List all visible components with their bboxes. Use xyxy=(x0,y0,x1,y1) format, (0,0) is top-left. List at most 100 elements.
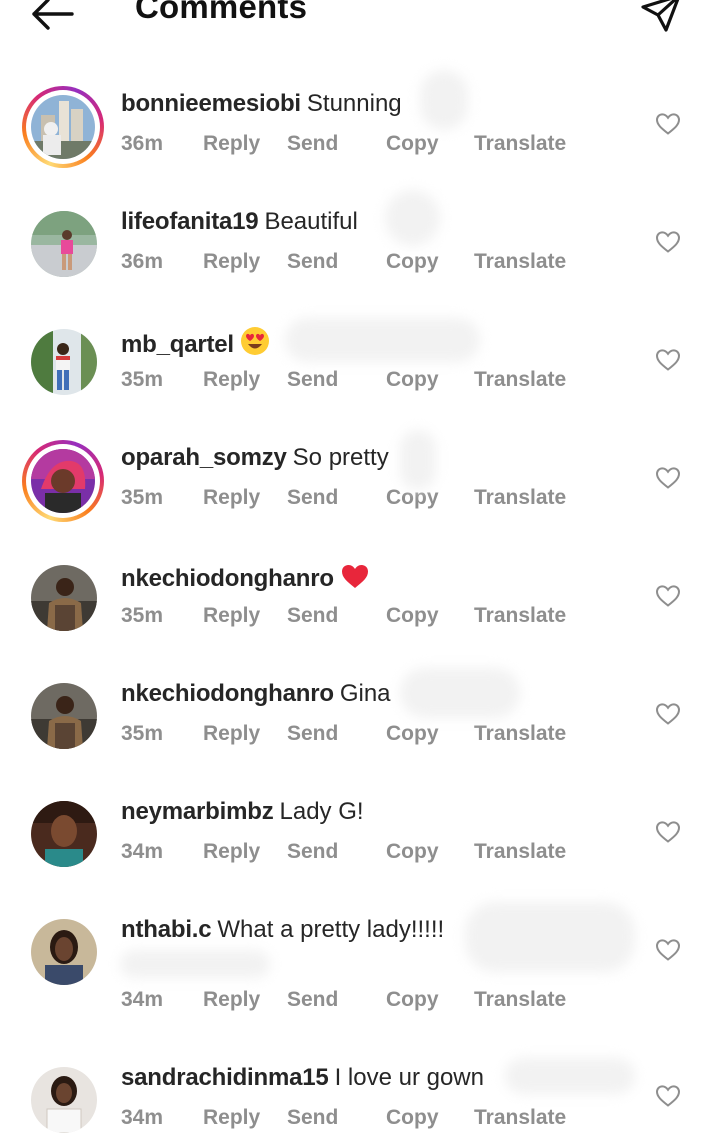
avatar[interactable] xyxy=(22,674,104,756)
comment-text: Beautiful xyxy=(264,208,358,235)
comment-username[interactable]: neymarbimbz xyxy=(121,798,274,825)
copy-button[interactable]: Copy xyxy=(386,250,439,274)
comment-username[interactable]: bonnieemesiobi xyxy=(121,90,301,117)
heart-icon[interactable] xyxy=(655,348,681,372)
heart-icon[interactable] xyxy=(655,230,681,254)
reply-button[interactable]: Reply xyxy=(203,1106,260,1130)
heart-eyes-emoji xyxy=(240,326,270,363)
avatar[interactable] xyxy=(22,320,104,402)
comment-timestamp: 36m xyxy=(121,250,164,273)
header: Comments xyxy=(0,0,720,40)
copy-button[interactable]: Copy xyxy=(386,368,439,392)
send-button[interactable]: Send xyxy=(287,368,338,392)
arrow-left-icon[interactable] xyxy=(28,0,78,36)
avatar[interactable] xyxy=(22,556,104,638)
comment-text: So pretty xyxy=(292,444,389,471)
comment-text-line: nkechiodonghanro Gina xyxy=(121,680,391,708)
reply-button[interactable]: Reply xyxy=(203,132,260,156)
reply-button[interactable]: Reply xyxy=(203,250,260,274)
translate-button[interactable]: Translate xyxy=(474,486,566,510)
reply-button[interactable]: Reply xyxy=(203,604,260,628)
translate-button[interactable]: Translate xyxy=(474,132,566,156)
comment-username[interactable]: nkechiodonghanro xyxy=(121,565,334,592)
blurred-area xyxy=(285,318,480,362)
comment-text: Lady G! xyxy=(279,798,364,825)
comment-username[interactable]: sandrachidinma15 xyxy=(121,1064,329,1091)
translate-button[interactable]: Translate xyxy=(474,604,566,628)
comment-text: Gina xyxy=(339,680,391,707)
heart-icon[interactable] xyxy=(655,1084,681,1108)
translate-button[interactable]: Translate xyxy=(474,1106,566,1130)
comment-text-line: oparah_somzy So pretty xyxy=(121,444,389,472)
blurred-area xyxy=(465,902,635,972)
blurred-area xyxy=(400,430,436,490)
red-heart-emoji xyxy=(340,562,370,597)
avatar[interactable] xyxy=(22,1058,104,1140)
comment-item: nkechiodonghanro Gina 35m Reply Send Copy… xyxy=(0,674,720,784)
comment-username[interactable]: lifeofanita19 xyxy=(121,208,259,235)
comment-timestamp: 35m xyxy=(121,368,164,391)
comments-screen: Comments bonnieemesiobi Stunning 36m Rep… xyxy=(0,0,720,1147)
send-button[interactable]: Send xyxy=(287,722,338,746)
comment-text-line: neymarbimbz Lady G! xyxy=(121,798,364,826)
comment-text: What a pretty lady!!!!! xyxy=(217,916,445,943)
blurred-area xyxy=(505,1058,635,1094)
comment-text-line: lifeofanita19 Beautiful xyxy=(121,208,358,236)
translate-button[interactable]: Translate xyxy=(474,988,566,1012)
blurred-area xyxy=(400,668,520,718)
send-button[interactable]: Send xyxy=(287,486,338,510)
translate-button[interactable]: Translate xyxy=(474,840,566,864)
translate-button[interactable]: Translate xyxy=(474,368,566,392)
comment-username[interactable]: oparah_somzy xyxy=(121,444,287,471)
send-button[interactable]: Send xyxy=(287,988,338,1012)
avatar[interactable] xyxy=(22,792,104,874)
comment-item: oparah_somzy So pretty 35m Reply Send Cop… xyxy=(0,438,720,548)
copy-button[interactable]: Copy xyxy=(386,604,439,628)
comment-text: Stunning xyxy=(306,90,402,117)
comment-timestamp: 35m xyxy=(121,486,164,509)
page-title: Comments xyxy=(135,0,308,25)
reply-button[interactable]: Reply xyxy=(203,722,260,746)
comment-timestamp: 34m xyxy=(121,1106,164,1129)
paper-plane-icon[interactable] xyxy=(638,0,684,36)
copy-button[interactable]: Copy xyxy=(386,486,439,510)
comment-username[interactable]: mb_qartel xyxy=(121,331,234,358)
reply-button[interactable]: Reply xyxy=(203,988,260,1012)
heart-icon[interactable] xyxy=(655,820,681,844)
send-button[interactable]: Send xyxy=(287,1106,338,1130)
heart-icon[interactable] xyxy=(655,702,681,726)
reply-button[interactable]: Reply xyxy=(203,486,260,510)
translate-button[interactable]: Translate xyxy=(474,250,566,274)
comment-text-line: nthabi.c What a pretty lady!!!!! xyxy=(121,916,444,944)
translate-button[interactable]: Translate xyxy=(474,722,566,746)
comment-text-line: mb_qartel xyxy=(121,326,276,363)
heart-icon[interactable] xyxy=(655,938,681,962)
send-button[interactable]: Send xyxy=(287,604,338,628)
copy-button[interactable]: Copy xyxy=(386,988,439,1012)
heart-icon[interactable] xyxy=(655,584,681,608)
reply-button[interactable]: Reply xyxy=(203,840,260,864)
avatar[interactable] xyxy=(22,86,104,168)
comment-item: neymarbimbz Lady G! 34m Reply Send Copy T… xyxy=(0,792,720,902)
copy-button[interactable]: Copy xyxy=(386,722,439,746)
reply-button[interactable]: Reply xyxy=(203,368,260,392)
send-button[interactable]: Send xyxy=(287,250,338,274)
avatar[interactable] xyxy=(22,910,104,992)
blurred-area xyxy=(420,70,468,130)
comment-text-line: nkechiodonghanro xyxy=(121,562,376,597)
comment-username[interactable]: nthabi.c xyxy=(121,916,212,943)
heart-icon[interactable] xyxy=(655,112,681,136)
blurred-text xyxy=(120,950,270,978)
comment-timestamp: 36m xyxy=(121,132,164,155)
copy-button[interactable]: Copy xyxy=(386,840,439,864)
copy-button[interactable]: Copy xyxy=(386,1106,439,1130)
comment-text: I love ur gown xyxy=(334,1064,484,1091)
send-button[interactable]: Send xyxy=(287,132,338,156)
heart-icon[interactable] xyxy=(655,466,681,490)
comment-username[interactable]: nkechiodonghanro xyxy=(121,680,334,707)
avatar[interactable] xyxy=(22,202,104,284)
send-button[interactable]: Send xyxy=(287,840,338,864)
comment-timestamp: 34m xyxy=(121,840,164,863)
copy-button[interactable]: Copy xyxy=(386,132,439,156)
avatar[interactable] xyxy=(22,440,104,522)
